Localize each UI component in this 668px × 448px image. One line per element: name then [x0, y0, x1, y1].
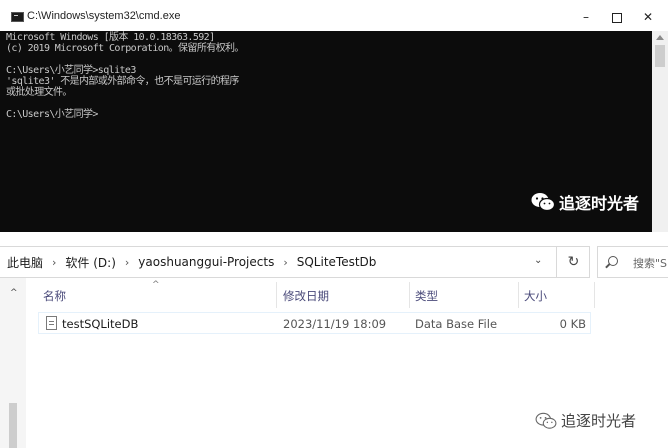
search-placeholder: 搜索"S — [633, 257, 668, 270]
search-icon — [608, 256, 618, 266]
scrollbar-thumb[interactable] — [9, 403, 17, 448]
watermark: 追逐时光者 — [531, 190, 639, 214]
wechat-icon — [535, 412, 557, 429]
minimize-button[interactable]: – — [571, 6, 601, 28]
file-list-header: ^ 名称 修改日期 类型 大小 — [26, 280, 596, 308]
breadcrumb-drive-d[interactable]: 软件 (D:) — [65, 254, 115, 271]
maximize-button[interactable] — [602, 6, 632, 28]
scrollbar-thumb[interactable] — [655, 45, 665, 67]
column-header-type[interactable]: 类型 — [415, 288, 438, 304]
column-divider[interactable] — [409, 282, 410, 308]
scroll-up-icon[interactable] — [656, 35, 664, 40]
chevron-right-icon[interactable]: › — [125, 256, 129, 269]
window-title: C:\Windows\system32\cmd.exe — [27, 10, 181, 22]
column-header-name[interactable]: 名称 — [43, 288, 66, 304]
file-name: testSQLiteDB — [62, 317, 139, 331]
chevron-down-icon[interactable]: ⌄ — [534, 255, 542, 266]
file-row[interactable]: testSQLiteDB 2023/11/19 18:09 Data Base … — [38, 312, 591, 334]
console-line: 'sqlite3' 不是内部或外部命令，也不是可运行的程序 — [6, 76, 239, 87]
wechat-icon — [531, 193, 555, 212]
watermark-text: 追逐时光者 — [559, 194, 640, 213]
breadcrumb-projects[interactable]: yaoshuanggui-Projects — [138, 255, 274, 269]
address-bar[interactable]: 此电脑 › 软件 (D:) › yaoshuanggui-Projects › … — [0, 246, 590, 278]
column-divider[interactable] — [594, 282, 595, 308]
file-modified-date: 2023/11/19 18:09 — [283, 317, 387, 331]
scroll-up-icon[interactable]: ^ — [10, 288, 18, 298]
column-header-size[interactable]: 大小 — [524, 288, 547, 304]
breadcrumb: 此电脑 › 软件 (D:) › yaoshuanggui-Projects › … — [7, 247, 376, 277]
chevron-right-icon[interactable]: › — [52, 256, 56, 269]
file-size: 0 KB — [559, 317, 586, 331]
column-divider[interactable] — [518, 282, 519, 308]
close-button[interactable]: ✕ — [633, 6, 663, 28]
search-input[interactable]: 搜索"S — [597, 246, 668, 278]
navigation-pane[interactable]: ^ — [0, 278, 26, 448]
console-line: C:\Users\小艺同学>sqlite3 — [6, 65, 136, 76]
watermark-text: 追逐时光者 — [561, 412, 637, 430]
console-line: Microsoft Windows [版本 10.0.18363.592] — [6, 32, 215, 43]
console-scrollbar[interactable] — [652, 31, 668, 232]
file-icon — [46, 316, 57, 330]
refresh-icon: ↻ — [567, 254, 580, 270]
console-line: (c) 2019 Microsoft Corporation。保留所有权利。 — [6, 43, 244, 54]
console-line: C:\Users\小艺同学> — [6, 109, 98, 120]
cmd-app-icon — [11, 12, 24, 22]
file-type: Data Base File — [415, 317, 498, 331]
watermark: 追逐时光者 — [535, 410, 636, 431]
console-line: 或批处理文件。 — [6, 87, 72, 98]
chevron-right-icon[interactable]: › — [283, 256, 287, 269]
breadcrumb-current-folder[interactable]: SQLiteTestDb — [297, 255, 377, 269]
refresh-button[interactable]: ↻ — [556, 247, 590, 277]
cmd-title-bar[interactable]: C:\Windows\system32\cmd.exe – ✕ — [0, 0, 668, 31]
maximize-icon — [612, 12, 622, 23]
breadcrumb-this-pc[interactable]: 此电脑 — [7, 254, 43, 271]
column-divider[interactable] — [276, 282, 277, 308]
column-header-date[interactable]: 修改日期 — [283, 288, 329, 304]
sort-ascending-icon: ^ — [152, 280, 160, 290]
